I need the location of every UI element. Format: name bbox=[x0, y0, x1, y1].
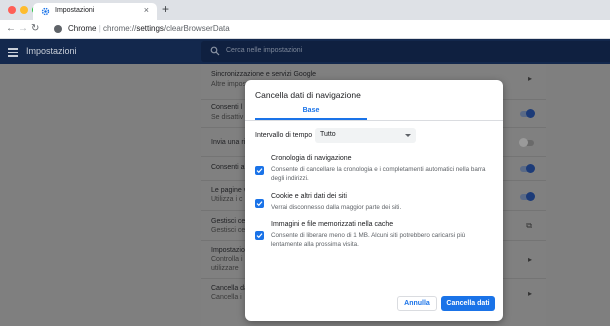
toggle-switch[interactable] bbox=[519, 138, 534, 147]
page-title: Impostazioni bbox=[26, 46, 77, 56]
forward-button[interactable]: → bbox=[18, 23, 28, 35]
reload-button[interactable]: ↻ bbox=[31, 23, 39, 35]
time-range-select[interactable]: Tutto bbox=[315, 128, 416, 143]
settings-header: Impostazioni Cerca nelle impostazioni bbox=[0, 39, 610, 64]
address-text: Chrome | chrome://settings/clearBrowserD… bbox=[68, 24, 230, 33]
toggle-switch[interactable] bbox=[520, 192, 535, 201]
option-title: Cronologia di navigazione bbox=[271, 155, 352, 162]
check-icon bbox=[256, 233, 263, 239]
cancel-button[interactable]: Annulla bbox=[397, 296, 437, 311]
history-checkbox[interactable] bbox=[255, 166, 264, 175]
tab-divider bbox=[245, 120, 503, 121]
minimize-window-button[interactable] bbox=[20, 6, 28, 14]
tab-basic[interactable]: Base bbox=[255, 105, 367, 120]
clear-data-button[interactable]: Cancella dati bbox=[441, 296, 495, 311]
menu-icon[interactable] bbox=[8, 48, 18, 57]
check-icon bbox=[256, 201, 263, 207]
external-link-icon: ⧉ bbox=[526, 221, 532, 230]
new-tab-button[interactable]: + bbox=[162, 2, 169, 16]
back-button[interactable]: ← bbox=[6, 23, 16, 35]
time-range-value: Tutto bbox=[320, 131, 336, 138]
search-placeholder: Cerca nelle impostazioni bbox=[226, 47, 303, 54]
close-window-button[interactable] bbox=[8, 6, 16, 14]
time-range-label: Intervallo di tempo bbox=[255, 132, 313, 139]
search-icon bbox=[210, 46, 220, 56]
toggle-switch[interactable] bbox=[520, 164, 535, 173]
cookies-checkbox[interactable] bbox=[255, 199, 264, 208]
toggle-switch[interactable] bbox=[520, 109, 535, 118]
tab-impostazioni[interactable]: Impostazioni × bbox=[33, 3, 157, 20]
browser-toolbar: ← → ↻ Chrome | chrome://settings/clearBr… bbox=[0, 20, 610, 39]
tab-basic-label: Base bbox=[302, 107, 320, 114]
option-description: Consente di cancellare la cronologia e i… bbox=[271, 166, 486, 183]
chevron-right-icon: ▸ bbox=[527, 289, 532, 298]
tab-title: Impostazioni bbox=[55, 7, 95, 14]
tab-strip: Impostazioni × + bbox=[0, 0, 610, 20]
gear-icon bbox=[41, 7, 50, 16]
option-description: Verrai disconnesso dalla maggior parte d… bbox=[271, 204, 402, 211]
option-title: Cookie e altri dati dei siti bbox=[271, 193, 347, 200]
check-icon bbox=[256, 168, 263, 174]
clear-browsing-data-dialog: Cancella dati di navigazione Base Interv… bbox=[245, 80, 503, 321]
dialog-title: Cancella dati di navigazione bbox=[255, 90, 361, 100]
address-bar[interactable]: Chrome | chrome://settings/clearBrowserD… bbox=[44, 22, 610, 37]
chevron-right-icon: ▸ bbox=[527, 255, 532, 264]
chevron-right-icon: ▸ bbox=[527, 74, 532, 83]
site-info-icon[interactable] bbox=[54, 25, 62, 33]
option-title: Immagini e file memorizzati nella cache bbox=[271, 221, 394, 228]
dropdown-arrow-icon bbox=[405, 134, 411, 137]
cache-checkbox[interactable] bbox=[255, 231, 264, 240]
settings-search[interactable]: Cerca nelle impostazioni bbox=[201, 41, 610, 62]
close-tab-icon[interactable]: × bbox=[144, 5, 149, 15]
option-description: Consente di liberare meno di 1 MB. Alcun… bbox=[271, 232, 466, 249]
